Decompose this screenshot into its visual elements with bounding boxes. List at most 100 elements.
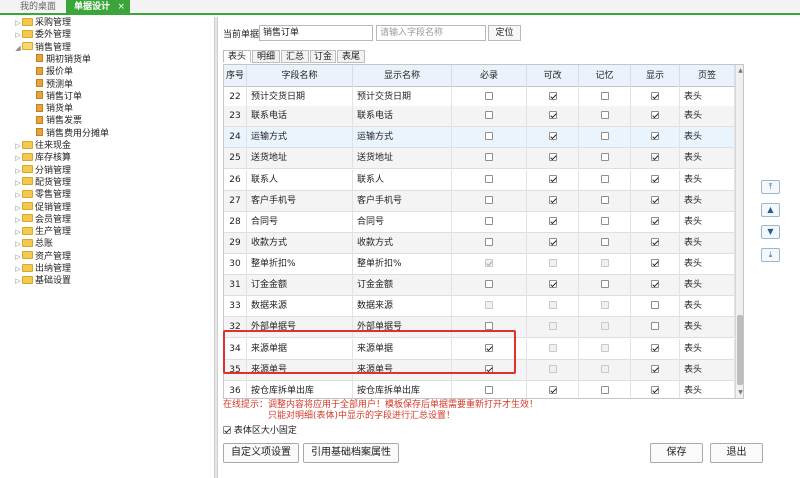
display-name-cell[interactable]: 联系电话: [353, 106, 452, 127]
req-checkbox[interactable]: [485, 91, 493, 100]
req-checkbox[interactable]: [485, 110, 493, 119]
locate-button[interactable]: 定位: [488, 25, 521, 41]
expand-arrow-icon[interactable]: ▷: [14, 202, 22, 214]
section-tab[interactable]: 订金: [310, 50, 336, 63]
expand-arrow-icon[interactable]: ▷: [14, 189, 22, 201]
scrollbar-thumb[interactable]: [737, 315, 743, 385]
tree-document-item[interactable]: 销售订单: [36, 91, 82, 103]
expand-arrow-icon[interactable]: ▷: [14, 275, 22, 287]
table-row[interactable]: 32 外部单据号 外部单据号 表头: [224, 317, 735, 338]
display-name-cell[interactable]: 订金金额: [353, 275, 452, 296]
show-checkbox[interactable]: [651, 343, 659, 352]
display-name-cell[interactable]: 按仓库拆单出库: [353, 381, 452, 398]
tab-desktop[interactable]: 我的桌面: [12, 0, 64, 14]
req-checkbox[interactable]: [485, 216, 493, 225]
mem-checkbox[interactable]: [600, 279, 609, 288]
table-row[interactable]: 27 客户手机号 客户手机号 表头: [224, 191, 735, 212]
mem-checkbox[interactable]: [600, 174, 609, 183]
tree-folder-item[interactable]: ▷ 生产管理: [14, 226, 71, 238]
mem-checkbox[interactable]: [600, 131, 609, 140]
tree-document-item[interactable]: 销货单: [36, 103, 73, 115]
tree-folder-item[interactable]: ▷ 零售管理: [14, 189, 71, 201]
display-name-cell[interactable]: 来源单号: [353, 360, 452, 381]
table-row[interactable]: 33 数据来源 数据来源 表头: [224, 296, 735, 317]
req-checkbox[interactable]: [485, 174, 493, 183]
save-button[interactable]: 保存: [650, 443, 703, 463]
display-name-cell[interactable]: 来源单据: [353, 339, 452, 360]
tree-folder-item[interactable]: ▷ 基础设置: [14, 275, 71, 287]
show-checkbox[interactable]: [651, 385, 659, 394]
table-row[interactable]: 34 来源单据 来源单据 表头: [224, 339, 735, 360]
section-tab[interactable]: 明细: [252, 50, 280, 63]
mem-checkbox[interactable]: [600, 216, 609, 225]
current-document-field[interactable]: 销售订单: [259, 25, 373, 41]
display-name-cell[interactable]: 整单折扣%: [353, 254, 452, 275]
show-checkbox[interactable]: [651, 237, 659, 246]
show-checkbox[interactable]: [651, 131, 659, 140]
move-bottom-button[interactable]: ⤓: [761, 248, 780, 262]
req-checkbox[interactable]: [485, 385, 493, 394]
req-checkbox[interactable]: [485, 364, 493, 373]
show-checkbox[interactable]: [651, 110, 659, 119]
tree-document-item[interactable]: 报价单: [36, 66, 73, 78]
tree-folder-item[interactable]: ▷ 委外管理: [14, 29, 71, 41]
table-row[interactable]: 28 合同号 合同号 表头: [224, 212, 735, 233]
expand-arrow-icon[interactable]: ▷: [14, 263, 22, 275]
mem-checkbox[interactable]: [600, 152, 609, 161]
column-header[interactable]: 序号: [224, 65, 247, 87]
column-header[interactable]: 显示: [631, 65, 680, 87]
section-tab[interactable]: 表尾: [337, 50, 365, 63]
collapse-arrow-icon[interactable]: ◢: [14, 42, 22, 54]
expand-arrow-icon[interactable]: ▷: [14, 165, 22, 177]
table-row[interactable]: 29 收款方式 收款方式 表头: [224, 233, 735, 254]
table-row[interactable]: 26 联系人 联系人 表头: [224, 170, 735, 191]
tree-folder-item[interactable]: ▷ 分销管理: [14, 165, 71, 177]
tree-folder-item[interactable]: ▷ 采购管理: [14, 17, 71, 29]
tree-folder-item[interactable]: ▷ 配货管理: [14, 177, 71, 189]
show-checkbox[interactable]: [651, 152, 659, 161]
display-name-cell[interactable]: 收款方式: [353, 233, 452, 254]
expand-arrow-icon[interactable]: ▷: [14, 17, 22, 29]
tree-folder-item[interactable]: ▷ 资产管理: [14, 251, 71, 263]
show-checkbox[interactable]: [651, 364, 659, 373]
tree-folder-item[interactable]: ▷ 促销管理: [14, 202, 71, 214]
table-row[interactable]: 35 来源单号 来源单号 表头: [224, 360, 735, 381]
edit-checkbox[interactable]: [548, 195, 557, 204]
panel-splitter[interactable]: [214, 17, 218, 478]
fixed-size-checkbox[interactable]: [223, 425, 231, 434]
tree-folder-item[interactable]: ▷ 库存核算: [14, 152, 71, 164]
expand-arrow-icon[interactable]: ▷: [14, 177, 22, 189]
table-row[interactable]: 36 按仓库拆单出库 按仓库拆单出库 表头: [224, 381, 735, 398]
show-checkbox[interactable]: [651, 279, 659, 288]
expand-arrow-icon[interactable]: ▷: [14, 214, 22, 226]
exit-button[interactable]: 退出: [710, 443, 763, 463]
column-header[interactable]: 字段名称: [247, 65, 353, 87]
expand-arrow-icon[interactable]: ▷: [14, 140, 22, 152]
req-checkbox[interactable]: [485, 321, 493, 330]
expand-arrow-icon[interactable]: ▷: [14, 29, 22, 41]
display-name-cell[interactable]: 预计交货日期: [353, 87, 452, 108]
edit-checkbox[interactable]: [548, 279, 557, 288]
show-checkbox[interactable]: [651, 195, 659, 204]
req-checkbox[interactable]: [485, 279, 493, 288]
column-header[interactable]: 页签: [680, 65, 735, 87]
show-checkbox[interactable]: [651, 300, 659, 309]
table-row[interactable]: 23 联系电话 联系电话 表头: [224, 106, 735, 127]
mem-checkbox[interactable]: [600, 110, 609, 119]
tree-folder-item[interactable]: ▷ 往来现金: [14, 140, 71, 152]
field-search-input[interactable]: 请输入字段名称: [376, 25, 486, 41]
tree-folder-item[interactable]: ◢ 销售管理: [14, 42, 71, 54]
show-checkbox[interactable]: [651, 258, 659, 267]
reference-attributes-button[interactable]: 引用基础档案属性: [303, 443, 399, 463]
show-checkbox[interactable]: [651, 216, 659, 225]
mem-checkbox[interactable]: [600, 237, 609, 246]
expand-arrow-icon[interactable]: ▷: [14, 226, 22, 238]
edit-checkbox[interactable]: [548, 174, 557, 183]
edit-checkbox[interactable]: [548, 216, 557, 225]
req-checkbox[interactable]: [485, 343, 493, 352]
move-up-button[interactable]: ▲: [761, 203, 780, 217]
display-name-cell[interactable]: 联系人: [353, 170, 452, 191]
display-name-cell[interactable]: 运输方式: [353, 127, 452, 148]
close-icon[interactable]: ×: [117, 0, 125, 14]
tree-folder-item[interactable]: ▷ 会员管理: [14, 214, 71, 226]
